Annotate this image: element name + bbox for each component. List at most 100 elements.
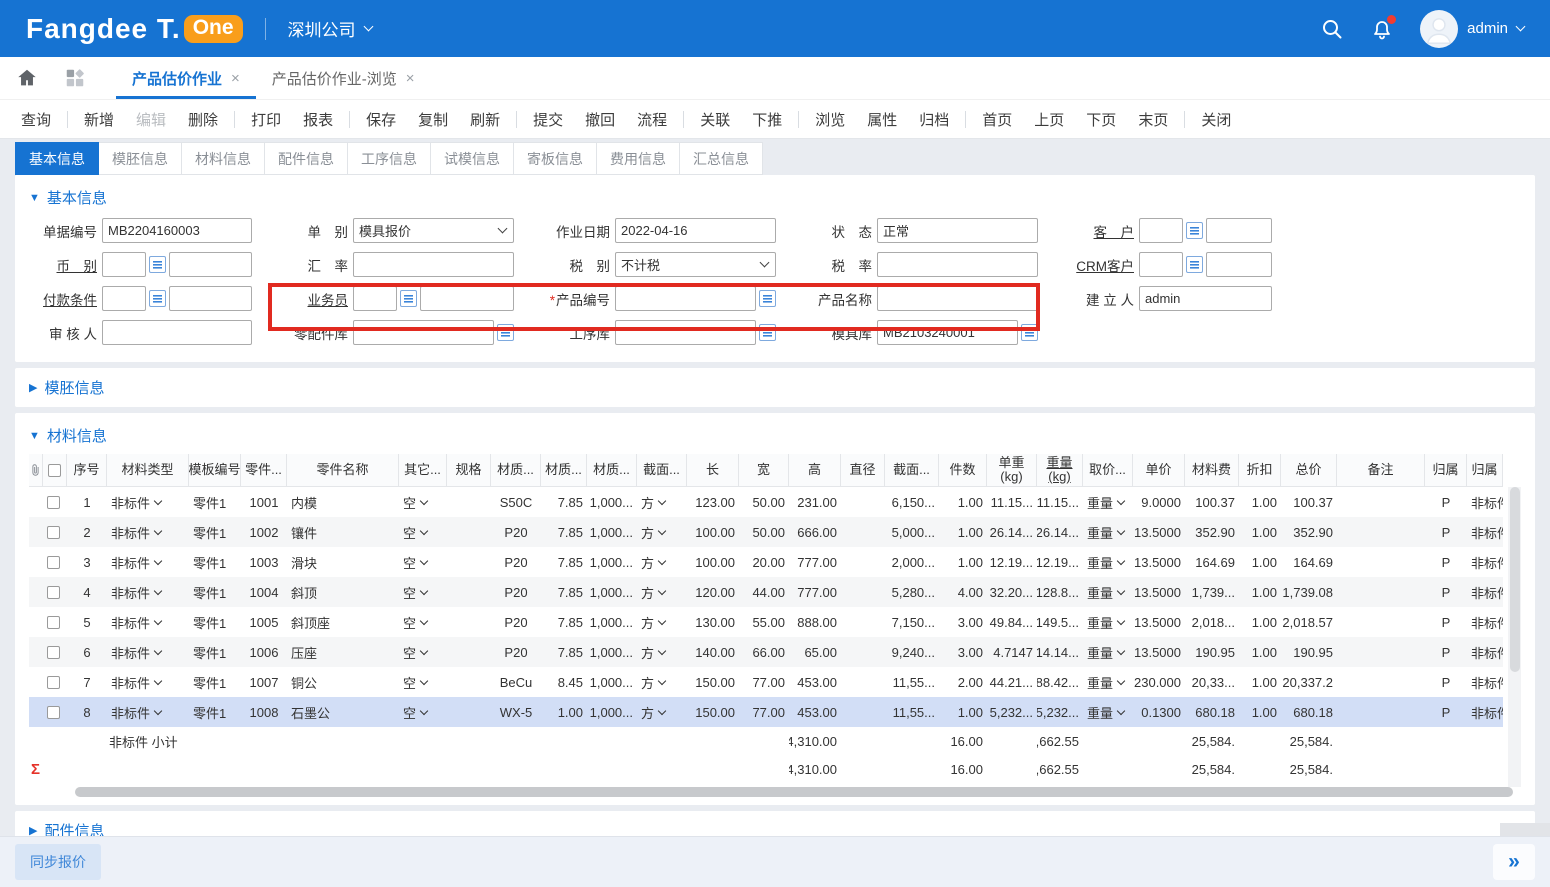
row-checkbox[interactable] [47, 586, 60, 599]
product-name-input[interactable] [877, 286, 1038, 311]
toolbar-button[interactable]: 属性 [856, 105, 908, 134]
toolbar-button[interactable]: 复制 [407, 105, 459, 134]
cell-qj[interactable]: 重量 [1083, 697, 1133, 727]
toolbar-button[interactable]: 归档 [908, 105, 960, 134]
doc-number-input[interactable]: MB2204160003 [102, 218, 252, 243]
chevron-down-icon[interactable] [1117, 527, 1125, 535]
chevron-down-icon[interactable] [658, 647, 666, 655]
cell-qt[interactable]: 空 [399, 637, 447, 667]
salesman-code-input[interactable] [353, 286, 397, 311]
company-selector[interactable]: 深圳公司 [288, 16, 372, 41]
chevron-down-icon[interactable] [154, 587, 162, 595]
toolbar-button[interactable]: 流程 [626, 105, 678, 134]
cell-jm1[interactable]: 方 [637, 667, 687, 697]
doc-tab-1[interactable]: 产品估价作业-浏览× [256, 57, 431, 99]
select-all-checkbox[interactable] [48, 464, 61, 477]
chevron-down-icon[interactable] [154, 527, 162, 535]
scrollbar-thumb[interactable] [1510, 487, 1520, 672]
cell-qj[interactable]: 重量 [1083, 517, 1133, 547]
customer-code-input[interactable] [1139, 218, 1183, 243]
chevron-down-icon[interactable] [658, 677, 666, 685]
lookup-icon[interactable] [149, 256, 166, 273]
table-row[interactable]: 8非标件零件11008石墨公空WX-51.001,000...方150.0077… [29, 697, 1503, 727]
close-icon[interactable]: × [406, 70, 415, 87]
row-checkbox[interactable] [47, 676, 60, 689]
cell-jm1[interactable]: 方 [637, 607, 687, 637]
section-tab-1[interactable]: 模胚信息 [99, 142, 182, 175]
section-tab-3[interactable]: 配件信息 [265, 142, 348, 175]
customer-name-input[interactable] [1206, 218, 1272, 243]
cell-qt[interactable]: 空 [399, 577, 447, 607]
cell-cllx[interactable]: 非标件 [107, 577, 189, 607]
lookup-icon[interactable] [1186, 256, 1203, 273]
auditor-input[interactable] [102, 320, 252, 345]
chevron-down-icon[interactable] [1117, 677, 1125, 685]
cell-qt[interactable]: 空 [399, 667, 447, 697]
close-icon[interactable]: × [231, 70, 240, 87]
lookup-icon[interactable] [1186, 222, 1203, 239]
chevron-down-icon[interactable] [420, 527, 428, 535]
cell-cllx[interactable]: 非标件 [107, 667, 189, 697]
cell-cllx[interactable]: 非标件 [107, 607, 189, 637]
toolbar-button[interactable]: 上页 [1023, 105, 1075, 134]
table-row[interactable]: 3非标件零件11003滑块空P207.851,000...方100.0020.0… [29, 547, 1503, 577]
toolbar-button[interactable]: 报表 [292, 105, 344, 134]
table-row[interactable]: 5非标件零件11005斜顶座空P207.851,000...方130.0055.… [29, 607, 1503, 637]
toolbar-button[interactable]: 浏览 [804, 105, 856, 134]
cell-jm1[interactable]: 方 [637, 637, 687, 667]
cell-qt[interactable]: 空 [399, 697, 447, 727]
tax-type-select[interactable]: 不计税 [615, 252, 776, 277]
crm-customer-code-input[interactable] [1139, 252, 1183, 277]
cell-qj[interactable]: 重量 [1083, 607, 1133, 637]
chevron-down-icon[interactable] [1117, 617, 1125, 625]
vertical-scrollbar[interactable] [1508, 487, 1521, 787]
cell-qt[interactable]: 空 [399, 547, 447, 577]
cell-jm1[interactable]: 方 [637, 577, 687, 607]
chevron-down-icon[interactable] [658, 617, 666, 625]
scrollbar-thumb[interactable] [75, 787, 1513, 797]
row-checkbox[interactable] [47, 526, 60, 539]
creator-input[interactable]: admin [1139, 286, 1272, 311]
chevron-down-icon[interactable] [1117, 587, 1125, 595]
cell-cllx[interactable]: 非标件 [107, 637, 189, 667]
doc-tab-0[interactable]: 产品估价作业× [116, 57, 256, 99]
chevron-down-icon[interactable] [420, 557, 428, 565]
section-tab-8[interactable]: 汇总信息 [680, 142, 763, 175]
currency-code-input[interactable] [102, 252, 146, 277]
user-menu[interactable]: admin [1420, 10, 1524, 48]
lookup-icon[interactable] [759, 290, 776, 307]
chevron-down-icon[interactable] [658, 527, 666, 535]
row-checkbox[interactable] [47, 496, 60, 509]
chevron-down-icon[interactable] [420, 677, 428, 685]
status-input[interactable]: 正常 [877, 218, 1038, 243]
table-row[interactable]: 1非标件零件11001内模空S50C7.851,000...方123.0050.… [29, 487, 1503, 517]
cell-qj[interactable]: 重量 [1083, 547, 1133, 577]
cell-qt[interactable]: 空 [399, 487, 447, 517]
parts-warehouse-input[interactable] [353, 320, 494, 345]
toolbar-button[interactable]: 下页 [1075, 105, 1127, 134]
toolbar-button[interactable]: 保存 [355, 105, 407, 134]
chevron-down-icon[interactable] [1117, 647, 1125, 655]
cell-qj[interactable]: 重量 [1083, 577, 1133, 607]
payment-terms-code-input[interactable] [102, 286, 146, 311]
toolbar-button[interactable]: 末页 [1127, 105, 1179, 134]
cell-qt[interactable]: 空 [399, 517, 447, 547]
currency-name-input[interactable] [169, 252, 252, 277]
row-checkbox[interactable] [47, 616, 60, 629]
apps-grid-icon[interactable] [64, 67, 86, 89]
cell-qt[interactable]: 空 [399, 607, 447, 637]
toolbar-button[interactable]: 新增 [73, 105, 125, 134]
section-tab-0[interactable]: 基本信息 [15, 142, 99, 175]
horizontal-scrollbar[interactable] [75, 787, 1519, 799]
chevron-down-icon[interactable] [420, 647, 428, 655]
cell-cllx[interactable]: 非标件 [107, 697, 189, 727]
mopei-section-header[interactable]: ▶ 模胚信息 [29, 377, 1521, 398]
toolbar-button[interactable]: 关联 [689, 105, 741, 134]
mold-warehouse-input[interactable]: MB2103240001 [877, 320, 1018, 345]
chevron-down-icon[interactable] [154, 617, 162, 625]
table-row[interactable]: 6非标件零件11006压座空P207.851,000...方140.0066.0… [29, 637, 1503, 667]
row-checkbox[interactable] [47, 556, 60, 569]
section-tab-5[interactable]: 试模信息 [431, 142, 514, 175]
chevron-down-icon[interactable] [658, 707, 666, 715]
toolbar-button[interactable]: 打印 [240, 105, 292, 134]
